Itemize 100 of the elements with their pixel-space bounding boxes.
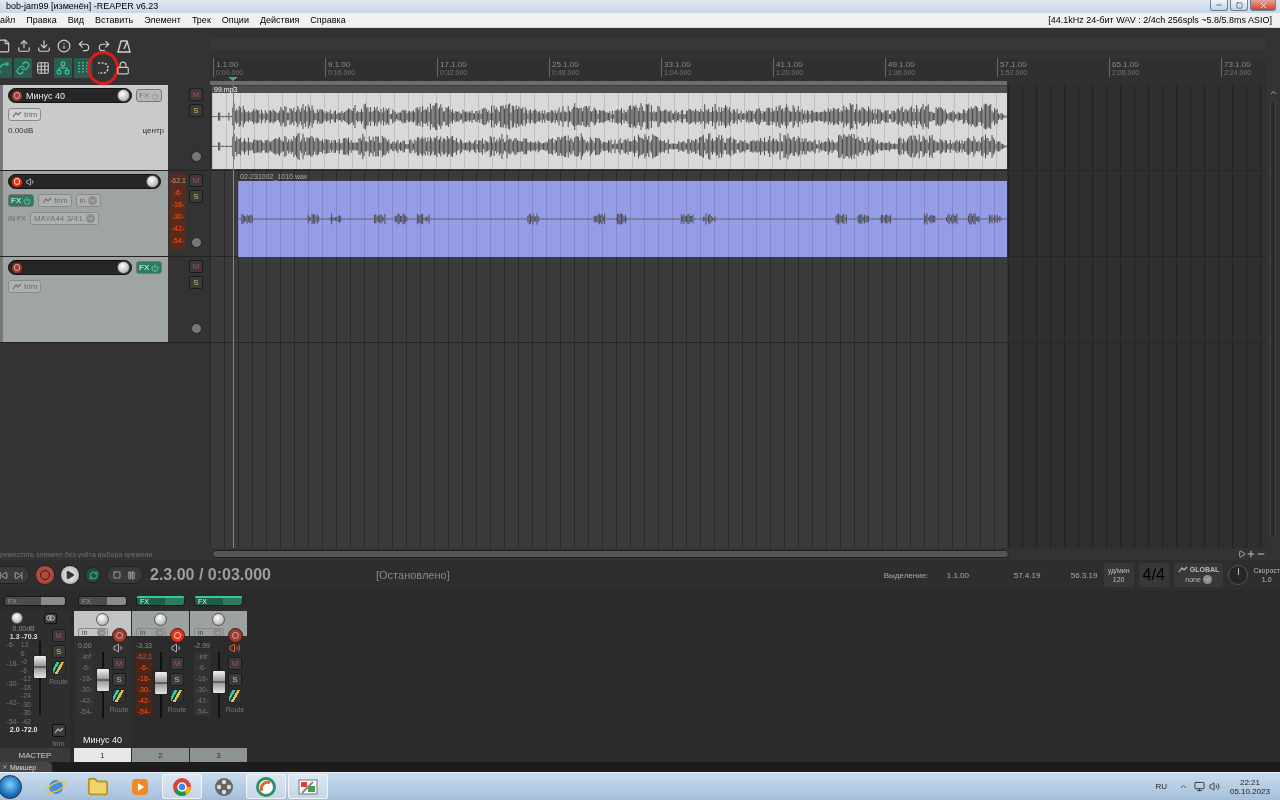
horizontal-scrollbar[interactable] — [212, 550, 1009, 558]
solo-button[interactable]: S — [170, 673, 184, 686]
skip-back-icon[interactable] — [0, 570, 8, 580]
file-icon[interactable] — [0, 39, 11, 53]
start-button[interactable] — [0, 774, 22, 799]
record-arm-button[interactable] — [11, 261, 23, 274]
network-icon[interactable] — [1193, 781, 1205, 792]
scroll-up-icon[interactable] — [1268, 88, 1278, 97]
speaker-icon[interactable] — [229, 642, 241, 654]
skip-forward-icon[interactable] — [14, 570, 23, 580]
route-button[interactable] — [112, 689, 126, 703]
solo-button[interactable]: S — [112, 673, 126, 686]
zoom-in-icon[interactable] — [1246, 549, 1256, 559]
power-icon — [151, 91, 160, 100]
menu-item[interactable]: Правка — [26, 15, 57, 25]
pause-icon[interactable] — [127, 570, 136, 580]
track-panel[interactable]: Минус 40 FX trim 0.00dB центр — [0, 85, 168, 170]
route-button[interactable] — [170, 689, 184, 703]
envelope-button[interactable] — [190, 151, 202, 162]
minimize-button[interactable] — [1210, 0, 1228, 11]
route-button[interactable] — [228, 689, 242, 703]
redo-icon[interactable] — [97, 39, 111, 53]
language-indicator[interactable]: RU — [1155, 782, 1167, 791]
strip-number[interactable]: 2 — [132, 748, 189, 762]
fx-button[interactable]: FX — [8, 194, 35, 207]
pan-knob[interactable] — [154, 613, 167, 626]
speaker-icon[interactable] — [26, 176, 36, 187]
track-name-field[interactable] — [8, 174, 161, 189]
volume-knob[interactable] — [117, 261, 130, 274]
fx-button[interactable]: FX — [136, 261, 163, 274]
menu-item[interactable]: Вставить — [95, 15, 134, 25]
paint-icon[interactable] — [297, 776, 319, 797]
link-icon — [16, 61, 30, 75]
menu-item[interactable]: Действия — [259, 15, 300, 25]
selection-length: 56.3.19 — [1070, 570, 1099, 580]
stop-icon[interactable] — [113, 571, 121, 579]
fader-handle[interactable] — [212, 669, 226, 694]
restore-button[interactable] — [1230, 0, 1248, 11]
solo-button[interactable]: S — [228, 673, 242, 686]
stereo-icon — [46, 615, 56, 621]
metronome-icon[interactable] — [117, 39, 131, 53]
fader-handle[interactable] — [154, 670, 168, 695]
strip-number[interactable]: 3 — [190, 748, 247, 762]
close-icon[interactable] — [2, 764, 8, 770]
volume-knob[interactable] — [146, 175, 159, 188]
track-name: Минус 40 — [26, 90, 65, 101]
taskbar-button[interactable] — [288, 774, 328, 799]
playhead-marker[interactable] — [228, 77, 238, 81]
solo-button[interactable]: S — [189, 276, 203, 289]
clock[interactable]: 22:21 05.10.2023 — [1229, 777, 1270, 796]
pan-knob[interactable] — [212, 613, 225, 626]
fader-handle[interactable] — [32, 655, 47, 679]
trim-button[interactable]: trim — [8, 108, 42, 121]
menu-item[interactable]: Справка — [310, 15, 346, 25]
menu-item[interactable]: Элемент — [144, 15, 181, 25]
volume-icon[interactable] — [1208, 781, 1220, 792]
tray-expand-icon[interactable] — [1178, 782, 1188, 791]
strip-number[interactable]: 1 — [74, 748, 131, 762]
play-icon[interactable] — [1238, 550, 1246, 558]
menu-item[interactable]: Опции — [221, 15, 249, 25]
envelope-button[interactable] — [190, 237, 202, 248]
track-name-field[interactable]: Минус 40 — [8, 88, 132, 103]
envelope-icon — [12, 111, 22, 118]
solo-button[interactable]: S — [189, 104, 203, 117]
fader-handle[interactable] — [96, 667, 110, 692]
solo-button[interactable]: S — [51, 645, 66, 658]
envelope-button[interactable] — [190, 323, 202, 334]
menu-item[interactable]: Вид — [67, 15, 84, 25]
film-reel-icon[interactable] — [214, 776, 234, 797]
record-arm-button[interactable] — [11, 175, 23, 188]
upload-icon[interactable] — [17, 39, 31, 53]
pan-knob[interactable] — [10, 612, 23, 624]
play-icon — [65, 570, 75, 580]
download-icon[interactable] — [37, 39, 51, 53]
taskbar-button[interactable] — [246, 774, 286, 799]
swirl-logo-icon[interactable] — [256, 776, 276, 797]
link-toggle[interactable] — [14, 58, 32, 78]
record-arm-button[interactable] — [11, 89, 23, 102]
menu-item[interactable]: Трек — [191, 15, 211, 25]
group-toggle[interactable] — [54, 58, 72, 78]
trim-button[interactable] — [51, 724, 66, 737]
loop-button[interactable] — [85, 567, 101, 583]
speaker-icon[interactable] — [113, 642, 125, 654]
vertical-scrollbar[interactable] — [1270, 99, 1276, 538]
route-button[interactable] — [51, 661, 66, 675]
play-button[interactable] — [60, 565, 80, 585]
pan-knob[interactable] — [96, 613, 109, 626]
speaker-icon[interactable] — [171, 642, 183, 654]
menu-item[interactable]: айл — [0, 15, 16, 25]
info-icon[interactable] — [57, 39, 71, 53]
undo-icon[interactable] — [77, 39, 91, 53]
track-name-field[interactable] — [8, 260, 132, 275]
stereo-button[interactable] — [44, 612, 58, 624]
round-logo-icon[interactable] — [172, 776, 192, 797]
taskbar-button[interactable] — [162, 774, 202, 799]
volume-knob[interactable] — [117, 89, 130, 102]
hook-icon — [96, 61, 110, 75]
solo-button[interactable]: S — [189, 190, 203, 203]
record-button[interactable] — [35, 565, 55, 585]
close-button[interactable] — [1250, 0, 1276, 11]
